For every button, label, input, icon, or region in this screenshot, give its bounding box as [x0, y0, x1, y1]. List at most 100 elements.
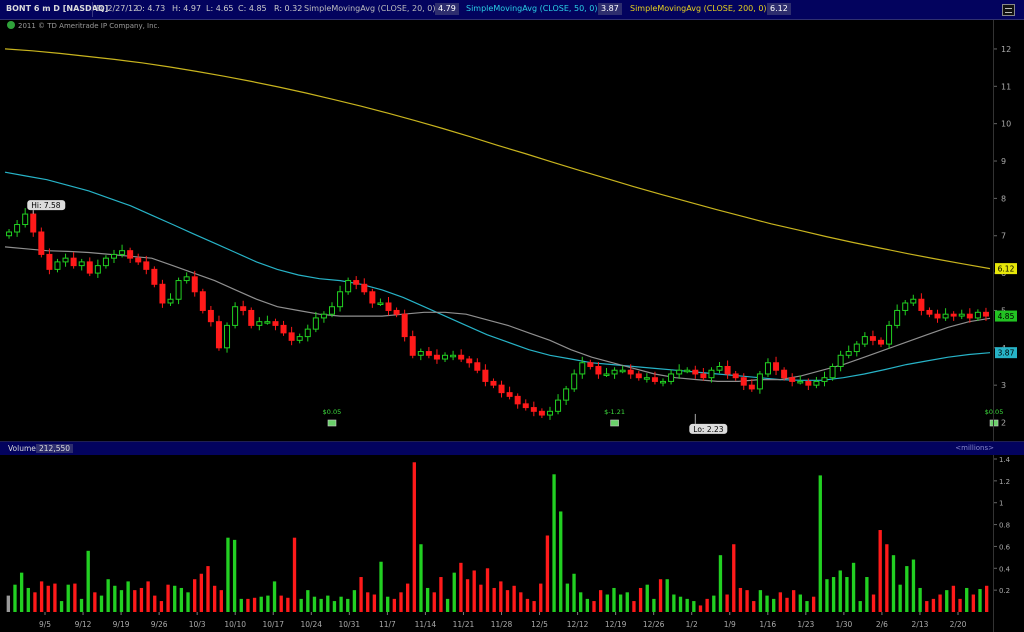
candle [700, 367, 707, 381]
volume-bar [579, 592, 583, 612]
annotation-text: Hi: 7.58 [31, 201, 61, 210]
volume-bar [871, 594, 876, 612]
candle-body [498, 384, 505, 394]
volume-bar [6, 595, 10, 612]
candle-body [571, 373, 578, 390]
volume-bar [718, 555, 723, 612]
dividend-label: $0.05 [323, 408, 342, 416]
study-header: BONT 6 m D [NASDAQ] D: 2/27/12 O: 4.73 H… [0, 0, 1024, 20]
volume-bar [898, 584, 902, 612]
candle [361, 278, 368, 295]
volume-bar [386, 596, 390, 612]
volume-bar [891, 555, 896, 612]
volume-axis-tick-label: 1 [999, 500, 1003, 508]
candle [619, 365, 626, 374]
date-axis-tick-label: 12/5 [531, 620, 548, 629]
candle-body [668, 373, 675, 382]
candle-body [853, 343, 860, 353]
volume-bar [945, 590, 949, 612]
volume-bar [292, 537, 297, 612]
candle-body [813, 380, 820, 386]
candle [425, 347, 432, 359]
sma200-label[interactable]: SimpleMovingAvg (CLOSE, 200, 0) [630, 4, 767, 13]
volume-bar [445, 598, 450, 612]
candle-body [603, 373, 610, 376]
candle-body [14, 224, 21, 233]
volume-bar [412, 462, 416, 612]
volume-bar [559, 511, 563, 612]
candle [886, 320, 893, 349]
sma50-value: 3.87 [598, 3, 622, 15]
date-axis-tick-label: 10/10 [224, 620, 246, 629]
candle [934, 309, 941, 323]
volume-chart[interactable]: 0.2 0.4 0.6 0.8 1 1.2 1.4 9/5 9/12 9/19 9/26 10/3 10… [0, 455, 1024, 632]
candle [135, 253, 142, 265]
volume-bar [858, 601, 862, 612]
candle-body [490, 380, 497, 386]
candle-body [530, 407, 537, 412]
volume-bar [905, 566, 909, 612]
dividend-label: $-1.21 [604, 408, 625, 416]
candle [603, 367, 610, 377]
candle-body [288, 332, 295, 341]
price-chart[interactable]: 23456789101112Hi: 7.58Lo: 2.23$0.05$-1.2… [0, 20, 1024, 441]
sma20-label[interactable]: SimpleMovingAvg (CLOSE, 20, 0) [304, 4, 435, 13]
candle [14, 220, 21, 237]
volume-bar [312, 596, 317, 612]
dividend-label: $0.05 [985, 408, 1004, 416]
candle-body [304, 328, 311, 338]
dividend-marker: $-1.21 [604, 408, 625, 427]
candle-body [417, 351, 424, 356]
candle-body [756, 373, 763, 390]
candle [724, 360, 731, 379]
candle-body [361, 283, 368, 293]
candle [595, 362, 602, 379]
volume-bar [232, 539, 237, 612]
candle-body [595, 365, 602, 375]
volume-bar [153, 595, 157, 612]
volume-bar [652, 598, 656, 612]
volume-bar [146, 581, 150, 612]
volume-axis-tick-label: 0.6 [999, 543, 1011, 551]
volume-bar [239, 598, 243, 612]
candle-body [660, 380, 667, 384]
volume-bar [432, 592, 436, 612]
volume-bar [319, 598, 323, 612]
candle-body [829, 365, 836, 379]
candle [86, 257, 93, 277]
volume-axis-divider [993, 455, 994, 632]
candle-body [30, 213, 37, 233]
candle-body [773, 362, 780, 371]
date-axis-tick-label: 1/30 [835, 620, 852, 629]
candle-body [46, 253, 53, 270]
candle [894, 304, 901, 329]
volume-bar [565, 583, 570, 612]
candle [46, 248, 53, 275]
date-axis-tick-label: 1/23 [797, 620, 814, 629]
candle [224, 322, 231, 353]
candle [966, 308, 973, 323]
volume-bar [73, 583, 77, 612]
candle-body [377, 302, 384, 305]
candle [151, 266, 158, 288]
price-axis-tick-label: 2 [1001, 419, 1006, 428]
candle [38, 227, 45, 258]
volume-bar [425, 587, 430, 612]
price-axis-tick-label: 8 [1001, 194, 1006, 203]
volume-bar [725, 594, 729, 612]
candle-body [22, 213, 29, 226]
candle [555, 394, 562, 415]
candle-body [837, 354, 844, 367]
volume-label: Volume [8, 444, 36, 453]
volume-bar [79, 598, 84, 612]
candle [579, 356, 586, 379]
pane-menu-button[interactable] [1002, 4, 1015, 16]
dividend-icon [327, 419, 337, 427]
candle-body [256, 321, 263, 326]
candle-body [684, 369, 691, 373]
sma20-value: 4.79 [435, 3, 459, 15]
volume-bar [758, 590, 763, 612]
volume-bar [439, 577, 443, 612]
candle-body [692, 369, 699, 375]
sma50-label[interactable]: SimpleMovingAvg (CLOSE, 50, 0) [466, 4, 597, 13]
